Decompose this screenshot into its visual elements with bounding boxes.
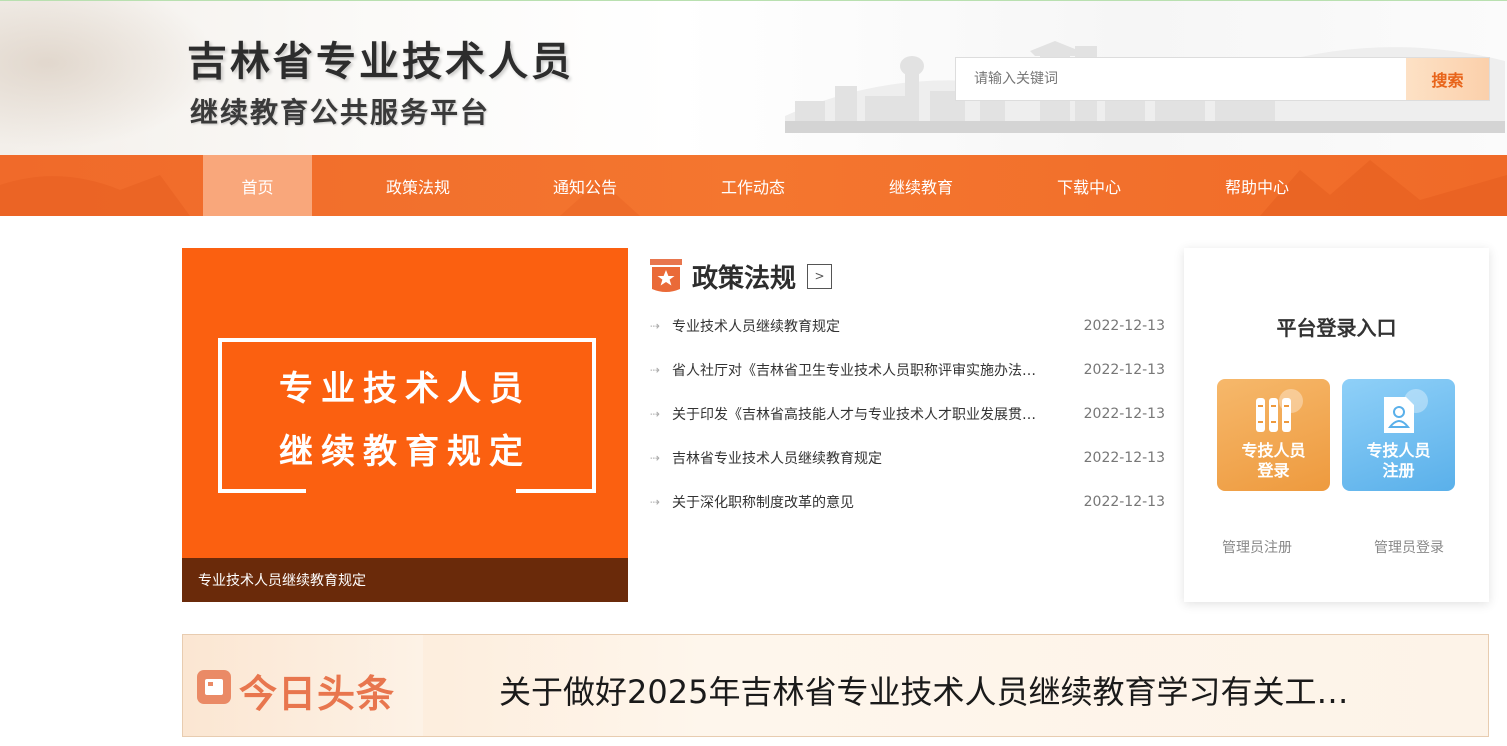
- nav-item-news[interactable]: 工作动态: [646, 155, 860, 216]
- headline-tag: 今日头条: [239, 672, 396, 716]
- policy-item-date: 2022-12-13: [1083, 318, 1165, 334]
- policy-item-title[interactable]: 省人社厅对《吉林省卫生专业技术人员职称评审实施办法》的解读: [672, 360, 1044, 380]
- featured-banner[interactable]: 专业技术人员 继续教育规定 专业技术人员继续教育规定: [182, 248, 628, 602]
- policy-header: 政策法规 >: [650, 256, 1165, 296]
- login-title: 平台登录入口: [1276, 316, 1397, 340]
- newspaper-icon: [197, 670, 231, 704]
- policy-item[interactable]: ⇢ 省人社厅对《吉林省卫生专业技术人员职称评审实施办法》的解读 2022-12-…: [650, 348, 1165, 392]
- nav-item-policy[interactable]: 政策法规: [312, 155, 524, 216]
- arrow-right-icon: ⇢: [650, 363, 661, 377]
- site-title: 吉林省专业技术人员: [187, 38, 574, 85]
- search-input[interactable]: [956, 58, 1406, 100]
- arrow-right-icon: ⇢: [650, 319, 661, 333]
- chevron-right-icon[interactable]: >: [807, 263, 833, 289]
- policy-item-date: 2022-12-13: [1083, 406, 1165, 422]
- nav-item-education[interactable]: 继续教育: [860, 155, 982, 216]
- arrow-right-icon: ⇢: [650, 451, 661, 465]
- policy-list: ⇢ 专业技术人员继续教育规定 2022-12-13 ⇢ 省人社厅对《吉林省卫生专…: [650, 304, 1165, 524]
- policy-item-date: 2022-12-13: [1083, 362, 1165, 378]
- headline-bar: 今日头条 关于做好2025年吉林省专业技术人员继续教育学习有关工作的通知: [182, 634, 1489, 737]
- policy-item[interactable]: ⇢ 关于深化职称制度改革的意见 2022-12-13: [650, 480, 1165, 524]
- site-subtitle: 继续教育公共服务平台: [190, 96, 491, 129]
- policy-item-title[interactable]: 关于深化职称制度改革的意见: [672, 492, 1044, 512]
- banner-caption[interactable]: 专业技术人员继续教育规定: [182, 558, 628, 602]
- policy-item-title[interactable]: 专业技术人员继续教育规定: [672, 316, 1044, 336]
- search-box: 搜索: [955, 57, 1490, 101]
- star-badge-icon: [650, 259, 682, 292]
- staff-register-label: 专技人员 注册: [1366, 441, 1431, 480]
- nav-item-download[interactable]: 下载中心: [982, 155, 1196, 216]
- nav-item-notice[interactable]: 通知公告: [524, 155, 646, 216]
- policy-title: 政策法规: [692, 263, 797, 294]
- admin-register-link[interactable]: 管理员注册: [1222, 537, 1292, 557]
- user-doc-icon: [1384, 397, 1414, 433]
- arrow-right-icon: ⇢: [650, 407, 661, 421]
- headline-link[interactable]: 关于做好2025年吉林省专业技术人员继续教育学习有关工作的通知: [499, 667, 1359, 713]
- login-panel: 平台登录入口 专技人员 登录 专技人员 注册 管理员注册 管理员登录: [1184, 248, 1489, 602]
- site-header: 吉林省专业技术人员 继续教育公共服务平台 搜索: [0, 0, 1507, 155]
- policy-item-date: 2022-12-13: [1083, 450, 1165, 466]
- admin-login-link[interactable]: 管理员登录: [1374, 537, 1444, 557]
- policy-item[interactable]: ⇢ 吉林省专业技术人员继续教育规定 2022-12-13: [650, 436, 1165, 480]
- arrow-right-icon: ⇢: [650, 495, 661, 509]
- policy-item-title[interactable]: 关于印发《吉林省高技能人才与专业技术人才职业发展贯通实施办法》的通知: [672, 404, 1044, 424]
- banner-line1: 专业技术人员: [279, 369, 531, 409]
- nav-list: 首页 政策法规 通知公告 工作动态 继续教育 下载中心 帮助中心: [0, 155, 1507, 216]
- policy-item-title[interactable]: 吉林省专业技术人员继续教育规定: [672, 448, 1044, 468]
- nav-item-help[interactable]: 帮助中心: [1196, 155, 1318, 216]
- staff-login-label: 专技人员 登录: [1241, 441, 1306, 480]
- policy-item[interactable]: ⇢ 专业技术人员继续教育规定 2022-12-13: [650, 304, 1165, 348]
- banner-line2: 继续教育规定: [279, 432, 531, 472]
- nav-item-home[interactable]: 首页: [203, 155, 312, 216]
- staff-register-button[interactable]: 专技人员 注册: [1342, 379, 1455, 491]
- policy-item[interactable]: ⇢ 关于印发《吉林省高技能人才与专业技术人才职业发展贯通实施办法》的通知 202…: [650, 392, 1165, 436]
- books-icon: [1256, 398, 1291, 432]
- main-nav: 首页 政策法规 通知公告 工作动态 继续教育 下载中心 帮助中心: [0, 155, 1507, 216]
- policy-item-date: 2022-12-13: [1083, 494, 1165, 510]
- policy-section: 政策法规 > ⇢ 专业技术人员继续教育规定 2022-12-13 ⇢ 省人社厅对…: [650, 256, 1165, 524]
- staff-login-button[interactable]: 专技人员 登录: [1217, 379, 1330, 491]
- search-button[interactable]: 搜索: [1406, 58, 1489, 100]
- site-logo[interactable]: 吉林省专业技术人员 继续教育公共服务平台: [187, 29, 574, 131]
